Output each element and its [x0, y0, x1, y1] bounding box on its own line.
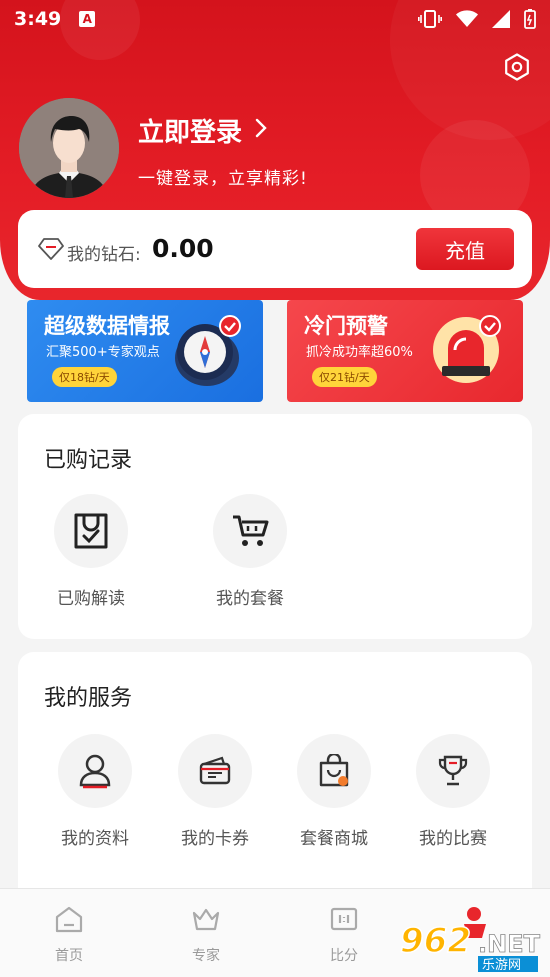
item-label: 我的套餐 — [216, 589, 284, 609]
purchased-check-icon — [74, 513, 108, 549]
price-tag: 仅21钻/天 — [312, 367, 377, 387]
vibrate-icon — [418, 10, 442, 28]
login-title[interactable]: 立即登录 — [138, 112, 242, 149]
section-title: 已购记录 — [44, 448, 133, 473]
watermark-logo: 962 .NET 乐游网 — [399, 907, 541, 972]
purchased-interpretations-item[interactable]: 已购解读 — [41, 494, 141, 609]
banner-subtitle: 抓冷成功率超60% — [306, 345, 413, 360]
my-packages-item[interactable]: 我的套餐 — [200, 494, 300, 609]
home-icon — [55, 906, 83, 933]
my-matches-item[interactable]: 我的比赛 — [403, 734, 503, 849]
nav-label: 比分 — [330, 948, 358, 964]
banner-title: 冷门预警 — [304, 314, 388, 338]
item-label: 已购解读 — [57, 589, 125, 609]
item-icon-circle — [213, 494, 287, 568]
item-icon-circle — [297, 734, 371, 808]
svg-text:962: 962 — [400, 921, 471, 961]
wifi-icon — [456, 10, 478, 27]
shopping-bag-icon — [319, 754, 349, 787]
notification-icon: A — [79, 11, 96, 27]
diamond-balance: 0.00 — [152, 234, 214, 263]
scoreboard-icon — [330, 907, 358, 931]
login-subtitle: 一键登录，立享精彩! — [138, 169, 308, 189]
item-icon-circle — [58, 734, 132, 808]
alarm-siren-icon — [433, 315, 501, 383]
banner-subtitle: 汇聚500+专家观点 — [46, 345, 160, 360]
item-label: 套餐商城 — [300, 829, 368, 849]
diamond-label: 我的钻石: — [67, 245, 141, 265]
banner-title: 超级数据情报 — [44, 314, 170, 338]
svg-text:.NET: .NET — [478, 930, 541, 958]
status-bar: 3:49 A — [0, 0, 550, 38]
item-label: 我的资料 — [61, 829, 129, 849]
wallet-icon — [199, 756, 231, 785]
package-mall-item[interactable]: 套餐商城 — [284, 734, 384, 849]
nav-home[interactable]: 首页 — [29, 905, 109, 965]
settings-icon[interactable] — [502, 52, 532, 82]
diamond-icon — [38, 238, 64, 260]
section-title: 我的服务 — [44, 686, 133, 711]
signal-icon — [492, 10, 510, 28]
item-icon-circle — [416, 734, 490, 808]
chevron-right-icon[interactable] — [254, 116, 268, 140]
item-icon-circle — [178, 734, 252, 808]
my-coupons-item[interactable]: 我的卡券 — [165, 734, 265, 849]
user-avatar-icon — [19, 98, 119, 198]
purchased-records-section: 已购记录 已购解读 我的套餐 — [18, 414, 532, 639]
crown-icon — [192, 908, 220, 931]
recharge-button[interactable]: 充值 — [416, 228, 514, 270]
my-profile-item[interactable]: 我的资料 — [45, 734, 145, 849]
upset-alert-banner[interactable]: 冷门预警 抓冷成功率超60% 仅21钻/天 — [287, 300, 523, 402]
compass-icon — [175, 315, 241, 386]
nav-label: 专家 — [192, 948, 220, 964]
nav-label: 首页 — [55, 948, 83, 964]
nav-experts[interactable]: 专家 — [166, 905, 246, 965]
data-intel-banner[interactable]: 超级数据情报 汇聚500+专家观点 仅18钻/天 — [27, 300, 263, 402]
item-icon-circle — [54, 494, 128, 568]
item-label: 我的卡券 — [181, 829, 249, 849]
item-label: 我的比赛 — [419, 829, 487, 849]
price-tag: 仅18钻/天 — [52, 367, 117, 387]
avatar[interactable] — [19, 98, 119, 198]
my-services-section: 我的服务 我的资料 我的卡券 套餐商城 我的比赛 — [18, 652, 532, 912]
trophy-icon — [438, 755, 468, 786]
user-icon — [79, 754, 111, 789]
wallet-card: 我的钻石: 0.00 充值 — [18, 210, 532, 288]
status-time: 3:49 — [14, 8, 62, 30]
battery-icon — [524, 9, 536, 29]
svg-text:乐游网: 乐游网 — [482, 958, 521, 972]
cart-icon — [233, 515, 269, 546]
nav-scores[interactable]: 比分 — [304, 905, 384, 965]
